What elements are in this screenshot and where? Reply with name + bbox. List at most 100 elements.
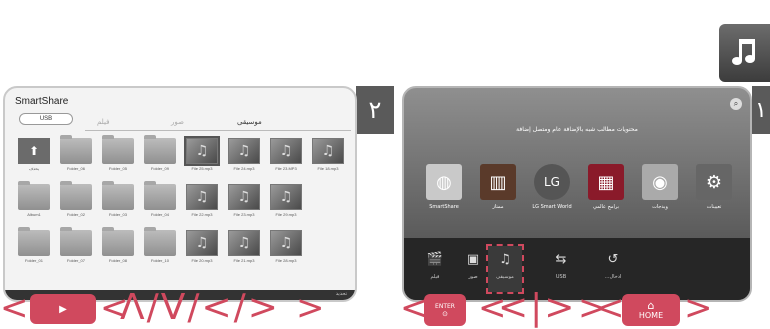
chevron-left-icon: < xyxy=(0,288,29,328)
folder-icon xyxy=(144,135,176,164)
app-icon: ◍ xyxy=(426,164,462,200)
folder-item[interactable]: Folder_06 xyxy=(57,135,95,176)
folder-item[interactable]: Folder_02 xyxy=(57,181,95,222)
music-file-item[interactable]: ♫ File 20.mp3 xyxy=(183,230,221,268)
nav-label: ...ادخال xyxy=(604,274,622,280)
up-arrow-icon: ⬆ xyxy=(18,138,50,164)
app-tile[interactable]: ▦ برامج عالمي xyxy=(586,164,626,216)
music-file-item[interactable]: ♫ File 28.mp3 xyxy=(267,230,305,268)
music-thumb-icon: ♫ xyxy=(228,230,260,256)
music-thumb-icon: ♫ xyxy=(312,138,344,164)
smartshare-title: SmartShare xyxy=(15,96,69,107)
folder-item[interactable]: Folder_05 xyxy=(99,135,137,176)
nav-item[interactable]: ⇆ USB xyxy=(544,246,578,292)
music-file-item[interactable]: ♫ File 23.MP3 xyxy=(267,138,305,176)
app-tile[interactable]: ⚙ تعيينات xyxy=(694,164,734,216)
home-button[interactable]: ⌂ HOME xyxy=(622,294,680,326)
folder-item[interactable]: Folder_04 xyxy=(141,181,179,222)
parent-folder-item[interactable]: ⬆ يحذف xyxy=(15,138,53,176)
item-label: File 23.MP3 xyxy=(275,166,297,171)
music-note-icon xyxy=(731,39,755,65)
item-label: File 22.mp3 xyxy=(191,212,213,217)
nav-icon: ▣ xyxy=(466,251,480,267)
nav-icon: ⇆ xyxy=(555,251,567,267)
music-file-item[interactable]: ♫ File 29.mp3 xyxy=(267,184,305,222)
chevron-right-icon: > xyxy=(296,288,325,328)
item-label: File 20.mp3 xyxy=(191,258,213,263)
item-label: File 21.mp3 xyxy=(233,258,255,263)
tab-photo[interactable]: صور xyxy=(171,118,184,126)
folder-icon xyxy=(102,181,134,210)
folder-item[interactable]: Album1 xyxy=(15,181,53,222)
usb-device-button[interactable]: USB xyxy=(19,113,73,125)
tab-movie[interactable]: فيلم xyxy=(97,118,109,126)
music-file-item[interactable]: ♫ File 24.mp3 xyxy=(225,138,263,176)
item-label: Folder_03 xyxy=(108,212,127,217)
app-label: تعيينات xyxy=(706,204,722,210)
app-icon: LG xyxy=(534,164,570,200)
item-label: Folder_06 xyxy=(66,166,85,171)
music-file-item[interactable]: ♫ File 21.mp3 xyxy=(225,230,263,268)
folder-item[interactable]: Folder_09 xyxy=(141,135,179,176)
music-file-item[interactable]: ♫ File 25.mp3 xyxy=(183,136,221,176)
nav-item[interactable]: ↺ ...ادخال xyxy=(596,246,630,292)
app-tile[interactable]: ◉ ويدجات xyxy=(640,164,680,216)
search-icon[interactable]: ⌕ xyxy=(730,98,742,110)
enter-dot-icon: ⊙ xyxy=(442,309,448,318)
folder-item[interactable]: Folder_01 xyxy=(15,227,53,268)
item-label: Folder_04 xyxy=(150,212,169,217)
app-label: برامج عالمي xyxy=(592,204,620,210)
nav-icon: ♫ xyxy=(499,251,511,267)
smartshare-screen: SmartShare USB فيلم صور موسيقى ⬆ يحذف Fold… xyxy=(3,86,357,302)
nav-item[interactable]: 🎬 فيلم xyxy=(418,246,452,292)
music-thumb-icon: ♫ xyxy=(186,184,218,210)
music-file-item[interactable]: ♫ File 23.mp3 xyxy=(225,184,263,222)
folder-item[interactable]: Folder_10 xyxy=(141,227,179,268)
home-icon: ⌂ xyxy=(647,299,655,312)
item-label: Folder_01 xyxy=(24,258,43,263)
folder-icon xyxy=(102,135,134,164)
item-label: File 18.mp3 xyxy=(317,166,339,171)
app-label: ويدجات xyxy=(652,204,668,210)
folder-item[interactable]: Folder_08 xyxy=(99,227,137,268)
home-menu-screen: ⌕ محتويات مطالب شبه بالإضافة عام ومتصل إ… xyxy=(402,86,752,302)
nav-label: موسيقى xyxy=(496,274,514,280)
app-tile[interactable]: LG LG Smart World xyxy=(532,164,572,216)
folder-icon xyxy=(60,181,92,210)
footer-hint: تحديد xyxy=(335,291,347,297)
step-number-2: ٢ xyxy=(356,86,394,134)
item-label: File 25.mp3 xyxy=(191,166,213,171)
music-file-item[interactable]: ♫ File 18.mp3 xyxy=(309,138,347,176)
chevron-right-icon: > xyxy=(684,288,713,328)
nav-item[interactable]: ▣ صور xyxy=(456,246,490,292)
music-thumb-icon: ♫ xyxy=(184,136,220,166)
play-button[interactable]: ▶ xyxy=(30,294,96,324)
nav-item[interactable]: ♫ موسيقى xyxy=(486,244,524,294)
item-label: Folder_05 xyxy=(108,166,127,171)
folder-icon xyxy=(144,181,176,210)
tab-music[interactable]: موسيقى xyxy=(237,118,262,126)
folder-icon xyxy=(60,135,92,164)
arrow-keys-label: Λ/V/</> xyxy=(120,287,280,328)
item-label: File 24.mp3 xyxy=(233,166,255,171)
music-thumb-icon: ♫ xyxy=(228,184,260,210)
home-label: HOME xyxy=(638,311,664,320)
music-file-item[interactable]: ♫ File 22.mp3 xyxy=(183,184,221,222)
app-label: ممتاز xyxy=(492,204,504,210)
app-label: SmartShare xyxy=(429,204,459,210)
app-icon: ⚙ xyxy=(696,164,732,200)
folder-item[interactable]: Folder_03 xyxy=(99,181,137,222)
app-icon: ▥ xyxy=(480,164,516,200)
folder-icon xyxy=(102,227,134,256)
music-thumb-icon: ♫ xyxy=(228,138,260,164)
item-label: Album1 xyxy=(27,212,41,217)
folder-item[interactable]: Folder_07 xyxy=(57,227,95,268)
enter-button[interactable]: ENTER ⊙ xyxy=(424,294,466,326)
app-tile[interactable]: ▥ ممتاز xyxy=(478,164,518,216)
file-grid: ⬆ يحذف Folder_06 Folder_05 Folder_09 ♫ File 25… xyxy=(15,135,355,278)
item-label: يحذف xyxy=(29,166,39,171)
item-label: File 23.mp3 xyxy=(233,212,255,217)
nav-label: USB xyxy=(555,274,567,280)
app-tile[interactable]: ◍ SmartShare xyxy=(424,164,464,216)
folder-icon xyxy=(18,227,50,256)
